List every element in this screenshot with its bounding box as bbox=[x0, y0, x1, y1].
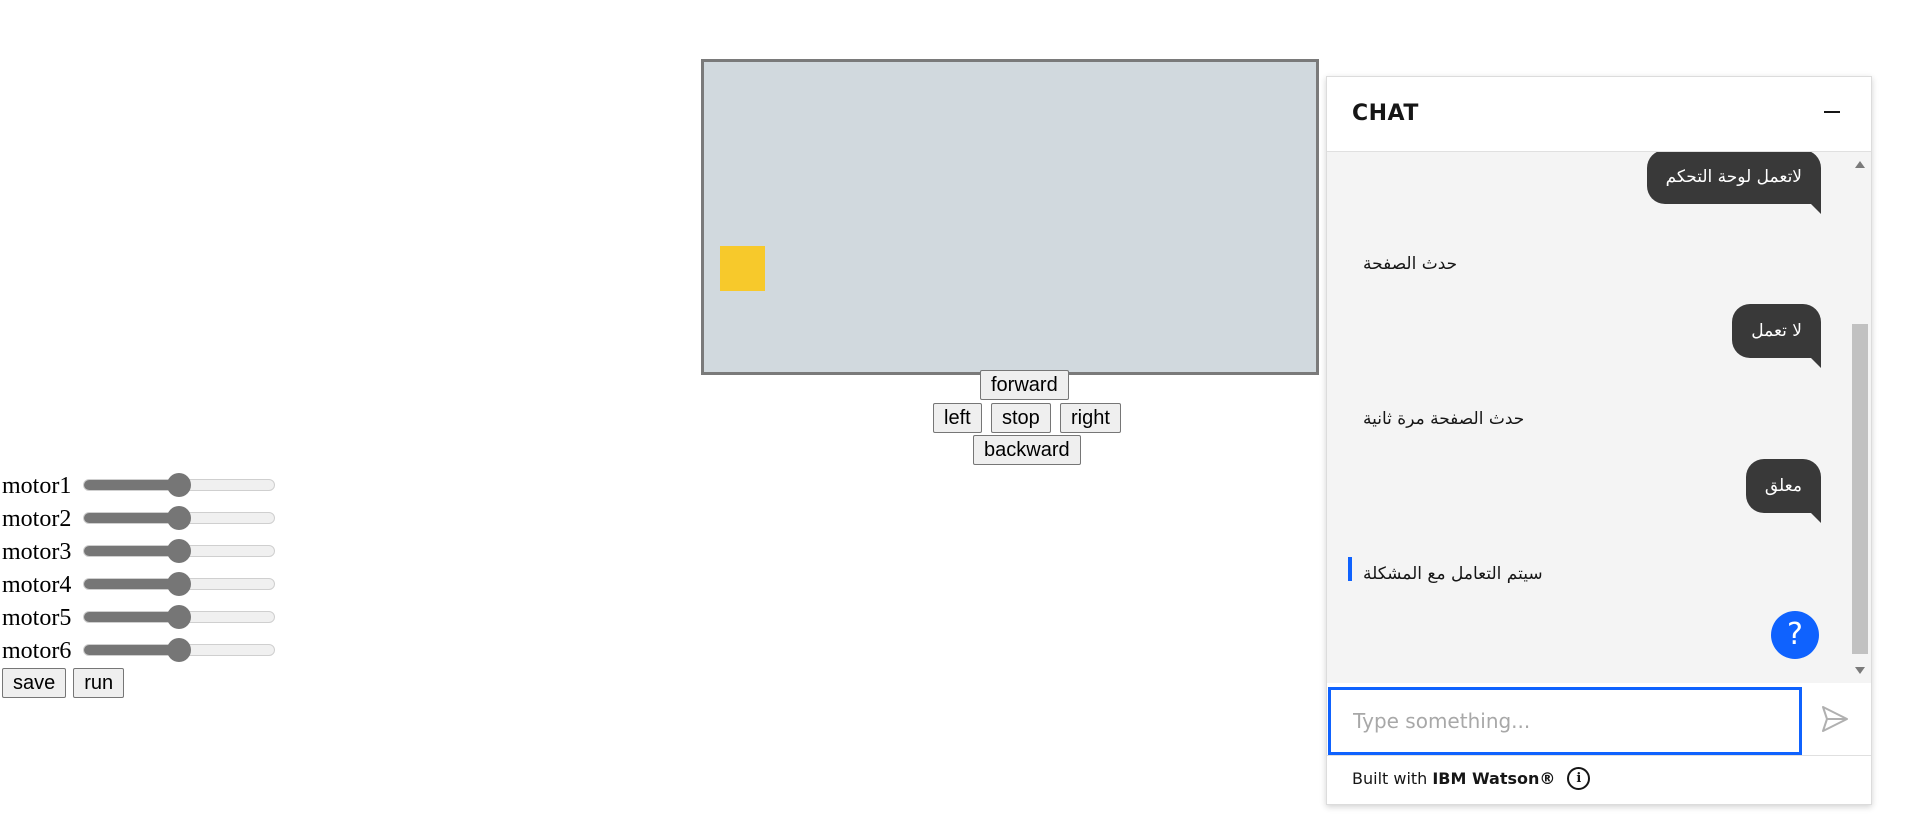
stop-button[interactable]: stop bbox=[991, 403, 1051, 433]
bot-message: حدث الصفحة مرة ثانية bbox=[1363, 409, 1525, 429]
motor1-slider-thumb[interactable] bbox=[167, 473, 191, 497]
chat-title: CHAT bbox=[1352, 101, 1419, 126]
motor3-row: motor3 bbox=[2, 534, 282, 567]
footer-brand: IBM Watson® bbox=[1432, 769, 1556, 788]
motor-panel: motor1 motor2 motor3 motor4 motor5 motor… bbox=[2, 468, 282, 666]
motor6-row: motor6 bbox=[2, 633, 282, 666]
motor5-label: motor5 bbox=[2, 605, 72, 631]
motor3-slider[interactable] bbox=[83, 539, 275, 563]
left-button[interactable]: left bbox=[933, 403, 982, 433]
scroll-up-arrow-icon[interactable] bbox=[1855, 161, 1865, 168]
user-message: لاتعمل لوحة التحكم bbox=[1646, 152, 1822, 214]
chat-messages[interactable]: لاتعمل لوحة التحكم حدث الصفحة لا تعمل حد… bbox=[1327, 152, 1871, 683]
motor4-slider-fill bbox=[84, 579, 179, 589]
bot-message: حدث الصفحة bbox=[1363, 254, 1458, 274]
motor1-slider-fill bbox=[84, 480, 179, 490]
motor5-slider-fill bbox=[84, 612, 179, 622]
motor6-slider-fill bbox=[84, 645, 179, 655]
right-button[interactable]: right bbox=[1060, 403, 1121, 433]
user-message: معلق bbox=[1745, 459, 1822, 523]
motor4-slider-thumb[interactable] bbox=[167, 572, 191, 596]
motor5-row: motor5 bbox=[2, 600, 282, 633]
chat-header: CHAT bbox=[1327, 77, 1871, 152]
bot-message: سيتم التعامل مع المشكلة bbox=[1363, 564, 1543, 584]
motor1-label: motor1 bbox=[2, 473, 72, 499]
motor2-slider-fill bbox=[84, 513, 179, 523]
chat-footer: Built with IBM Watson® i bbox=[1352, 767, 1591, 790]
focus-indicator bbox=[1348, 557, 1352, 581]
motor6-slider-thumb[interactable] bbox=[167, 638, 191, 662]
user-message: لا تعمل bbox=[1732, 304, 1821, 368]
motor3-slider-fill bbox=[84, 546, 179, 556]
motor3-slider-thumb[interactable] bbox=[167, 539, 191, 563]
motor2-row: motor2 bbox=[2, 501, 282, 534]
save-button[interactable]: save bbox=[2, 668, 67, 698]
motor6-slider[interactable] bbox=[83, 638, 275, 662]
chat-scrollbar[interactable] bbox=[1849, 152, 1871, 683]
info-icon[interactable]: i bbox=[1567, 767, 1591, 790]
motor2-slider[interactable] bbox=[83, 506, 275, 530]
chat-widget: CHAT لاتعمل لوحة التحكم حدث الصفحة لا تع… bbox=[1326, 76, 1872, 805]
scroll-thumb[interactable] bbox=[1852, 324, 1868, 654]
motor2-label: motor2 bbox=[2, 506, 72, 532]
motor5-slider-thumb[interactable] bbox=[167, 605, 191, 629]
motor-actions: save run bbox=[2, 668, 125, 698]
forward-button[interactable]: forward bbox=[980, 370, 1069, 400]
motor2-slider-thumb[interactable] bbox=[167, 506, 191, 530]
motor1-row: motor1 bbox=[2, 468, 282, 501]
robot-canvas bbox=[701, 59, 1319, 375]
footer-prefix: Built with bbox=[1352, 769, 1428, 788]
run-button[interactable]: run bbox=[73, 668, 125, 698]
motor4-label: motor4 bbox=[2, 572, 72, 598]
motor3-label: motor3 bbox=[2, 539, 72, 565]
chat-input[interactable] bbox=[1328, 687, 1802, 755]
chat-input-row bbox=[1327, 683, 1871, 756]
send-icon[interactable] bbox=[1819, 703, 1851, 735]
help-button[interactable]: ? bbox=[1771, 611, 1819, 659]
motor4-row: motor4 bbox=[2, 567, 282, 600]
motor1-slider[interactable] bbox=[83, 473, 275, 497]
direction-controls: forward left stop right backward bbox=[933, 370, 1133, 470]
motor4-slider[interactable] bbox=[83, 572, 275, 596]
motor5-slider[interactable] bbox=[83, 605, 275, 629]
robot-marker bbox=[720, 246, 765, 291]
scroll-down-arrow-icon[interactable] bbox=[1855, 667, 1865, 674]
motor6-label: motor6 bbox=[2, 638, 72, 664]
minimize-icon[interactable] bbox=[1817, 97, 1847, 127]
backward-button[interactable]: backward bbox=[973, 435, 1081, 465]
